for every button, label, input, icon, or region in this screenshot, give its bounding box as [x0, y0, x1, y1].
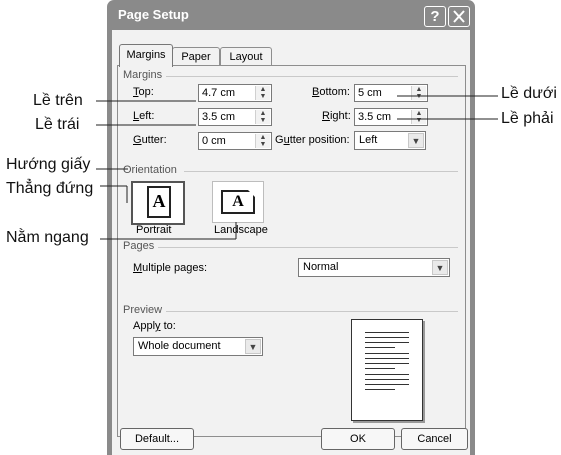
default-button[interactable]: Default...	[120, 428, 194, 450]
multiple-pages-label: Multiple pages:	[133, 262, 207, 274]
spinner-arrows-icon[interactable]: ▲ ▼	[255, 134, 270, 148]
portrait-option[interactable]: A	[131, 181, 185, 225]
bottom-margin-input[interactable]: 5 cm ▲ ▼	[354, 84, 428, 102]
chevron-down-icon[interactable]: ▼	[245, 339, 261, 354]
annotation-le-trai: Lề trái	[35, 116, 80, 133]
default-button-label: Default...	[134, 433, 180, 445]
multiple-pages-select[interactable]: Normal ▼	[298, 258, 450, 277]
landscape-page-icon: A	[221, 190, 255, 214]
dialog-body: Margins Paper Layout Margins Top: 4.7 cm…	[112, 30, 470, 455]
gutter-label: Gutter:	[133, 134, 167, 146]
apply-to-label: Apply to:	[133, 320, 176, 332]
right-margin-input[interactable]: 3.5 cm ▲ ▼	[354, 108, 428, 126]
left-margin-value: 3.5 cm	[202, 111, 236, 123]
close-icon	[453, 10, 465, 23]
dialog-title: Page Setup	[118, 7, 189, 22]
landscape-glyph: A	[232, 193, 244, 210]
preview-page	[351, 319, 423, 421]
annotation-le-phai: Lề phải	[501, 110, 554, 127]
preview-text-line	[365, 358, 409, 359]
preview-text-line	[365, 347, 395, 348]
annotation-le-tren: Lề trên	[33, 92, 83, 109]
bottom-margin-value: 5 cm	[358, 87, 382, 99]
top-label: Top:	[133, 86, 154, 98]
annotation-le-duoi: Lề dưới	[501, 85, 557, 102]
chevron-down-icon[interactable]: ▼	[432, 260, 448, 275]
chevron-down-icon[interactable]: ▼	[408, 133, 424, 148]
preview-text-line	[365, 342, 409, 343]
margins-group-label: Margins	[123, 69, 163, 81]
preview-text-line	[365, 374, 409, 375]
gutter-value: 0 cm	[202, 135, 226, 147]
spinner-arrows-icon[interactable]: ▲ ▼	[411, 110, 426, 124]
multiple-pages-value: Normal	[303, 261, 339, 273]
portrait-glyph: A	[152, 191, 166, 211]
portrait-label[interactable]: Portrait	[136, 224, 171, 236]
bottom-label: Bottom:	[312, 86, 350, 98]
gutter-position-select[interactable]: Left ▼	[354, 131, 426, 150]
preview-text-line	[365, 337, 409, 338]
page-fold-icon	[248, 190, 255, 197]
tab-layout[interactable]: Layout	[220, 47, 272, 66]
tab-paper[interactable]: Paper	[172, 47, 220, 66]
annotation-nam-ngang: Nằm ngang	[6, 229, 89, 246]
close-button[interactable]	[448, 6, 470, 27]
preview-text-line	[365, 389, 395, 390]
apply-to-select[interactable]: Whole document ▼	[133, 337, 263, 356]
left-margin-input[interactable]: 3.5 cm ▲ ▼	[198, 108, 272, 126]
right-label: Right:	[322, 110, 351, 122]
preview-group-label: Preview	[123, 304, 163, 316]
preview-text-line	[365, 363, 409, 364]
spinner-arrows-icon[interactable]: ▲ ▼	[255, 110, 270, 124]
pages-group-label: Pages	[123, 240, 155, 252]
gutter-input[interactable]: 0 cm ▲ ▼	[198, 132, 272, 150]
cancel-button[interactable]: Cancel	[401, 428, 468, 450]
orientation-divider	[184, 171, 458, 172]
spinner-arrows-icon[interactable]: ▲ ▼	[255, 86, 270, 100]
help-button[interactable]: ?	[424, 6, 446, 27]
ok-button[interactable]: OK	[321, 428, 395, 450]
preview-text-line	[365, 353, 409, 354]
annotation-thang-dung: Thẳng đứng	[6, 180, 94, 197]
preview-divider	[166, 311, 458, 312]
apply-to-value: Whole document	[138, 340, 221, 352]
margins-divider	[166, 76, 458, 77]
gutter-position-label: Gutter position:	[275, 134, 350, 146]
left-label: Left:	[133, 110, 155, 122]
preview-text-line	[365, 332, 409, 333]
top-margin-input[interactable]: 4.7 cm ▲ ▼	[198, 84, 272, 102]
page-setup-dialog: Page Setup ? Margins Paper Layout Margin…	[107, 0, 475, 455]
annotation-huong-giay: Hướng giấy	[6, 156, 91, 173]
spinner-arrows-icon[interactable]: ▲ ▼	[411, 86, 426, 100]
preview-text-line	[365, 368, 395, 369]
preview-text-line	[365, 379, 409, 380]
gutter-position-value: Left	[359, 134, 378, 146]
top-margin-value: 4.7 cm	[202, 87, 236, 99]
landscape-option[interactable]: A	[212, 181, 264, 223]
landscape-label[interactable]: Landscape	[214, 224, 268, 236]
portrait-page-icon: A	[147, 186, 171, 218]
right-margin-value: 3.5 cm	[358, 111, 392, 123]
margins-panel: Margins Top: 4.7 cm ▲ ▼ Bottom: 5 cm ▲ ▼ L…	[117, 65, 466, 437]
orientation-group-label: Orientation	[123, 164, 177, 176]
pages-divider	[158, 247, 458, 248]
tab-margins[interactable]: Margins	[119, 44, 173, 67]
title-bar[interactable]: Page Setup ?	[107, 0, 475, 30]
preview-text-line	[365, 384, 409, 385]
